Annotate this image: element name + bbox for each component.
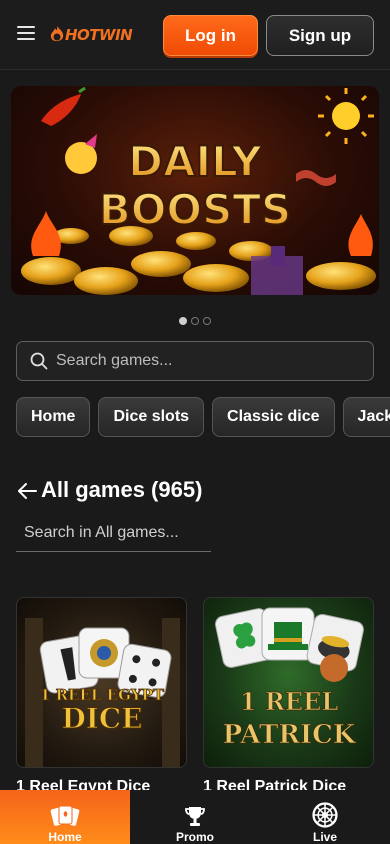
section-title: All games (965) [41, 477, 203, 502]
bottom-navigation: Home Promo Live [0, 790, 390, 844]
roulette-icon [312, 802, 338, 828]
carousel-dot-3[interactable] [203, 317, 211, 325]
game-card[interactable]: 1 REEL PATRICK [203, 597, 374, 768]
signup-button[interactable]: Sign up [266, 15, 374, 56]
banner-title-line1: DAILY [128, 137, 262, 186]
game-art-title-line1: 1 REEL [240, 687, 339, 716]
chip-home[interactable]: Home [16, 397, 91, 437]
section-search-box [16, 516, 211, 552]
search-icon [30, 352, 48, 370]
chip-jackpot[interactable]: Jackpot [342, 397, 390, 437]
carousel-dots [0, 317, 390, 325]
nav-promo[interactable]: Promo [130, 790, 260, 844]
nav-live-label: Live [312, 830, 337, 844]
nav-home-label: Home [48, 830, 82, 844]
carousel-dot-1[interactable] [179, 317, 187, 325]
category-chips: HomeDice slotsClassic diceJackpot [16, 397, 390, 439]
brand-logo[interactable]: HOTWIN [47, 23, 133, 47]
banner-artwork: DAILY BOOSTS [21, 86, 376, 295]
carousel-dot-2[interactable] [191, 317, 199, 325]
trophy-icon [185, 807, 205, 826]
chip-classic-dice[interactable]: Classic dice [212, 397, 335, 437]
top-header: HOTWIN Log in Sign up [0, 0, 390, 70]
hamburger-menu-icon[interactable] [17, 26, 35, 40]
back-arrow-icon[interactable] [16, 480, 38, 502]
coin-pile [21, 226, 376, 295]
game-card[interactable]: 1 REEL EGYPT DICE [16, 597, 187, 768]
cards-icon [50, 805, 80, 826]
promo-banner[interactable]: DAILY BOOSTS [11, 86, 379, 295]
banner-title-line2: BOOSTS [99, 185, 292, 234]
search-input[interactable] [56, 352, 356, 370]
game-search-box [16, 341, 374, 381]
game-thumbnail-egypt: 1 REEL EGYPT DICE [25, 618, 180, 767]
section-search-input[interactable] [16, 516, 211, 550]
flame-icon [50, 26, 64, 42]
brand-name: HOTWIN [65, 26, 133, 44]
game-thumbnail-patrick: 1 REEL PATRICK [214, 607, 364, 750]
game-art-title-line2: DICE [61, 702, 142, 735]
chip-dice-slots[interactable]: Dice slots [98, 397, 205, 437]
nav-live[interactable]: Live [260, 790, 390, 844]
game-art-title-line2: PATRICK [223, 720, 357, 750]
login-button[interactable]: Log in [163, 15, 258, 56]
nav-home[interactable]: Home [0, 790, 130, 844]
nav-promo-label: Promo [175, 830, 214, 844]
